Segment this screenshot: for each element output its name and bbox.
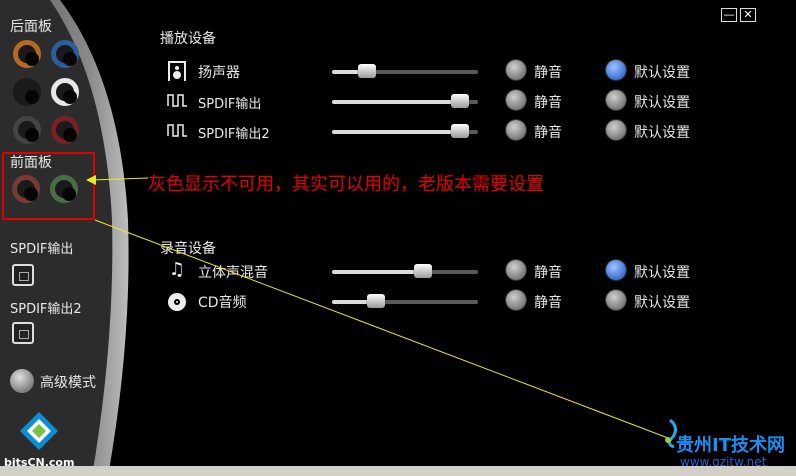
bottom-strip [0, 466, 796, 476]
watermark-right-title: 贵州IT技术网 [676, 435, 785, 456]
annotation-arrows [86, 175, 669, 439]
audio-manager-window: 后面板 前面板 SPDIF输出 SPDIF输出2 高级模式 bitsCN.com… [0, 0, 796, 476]
